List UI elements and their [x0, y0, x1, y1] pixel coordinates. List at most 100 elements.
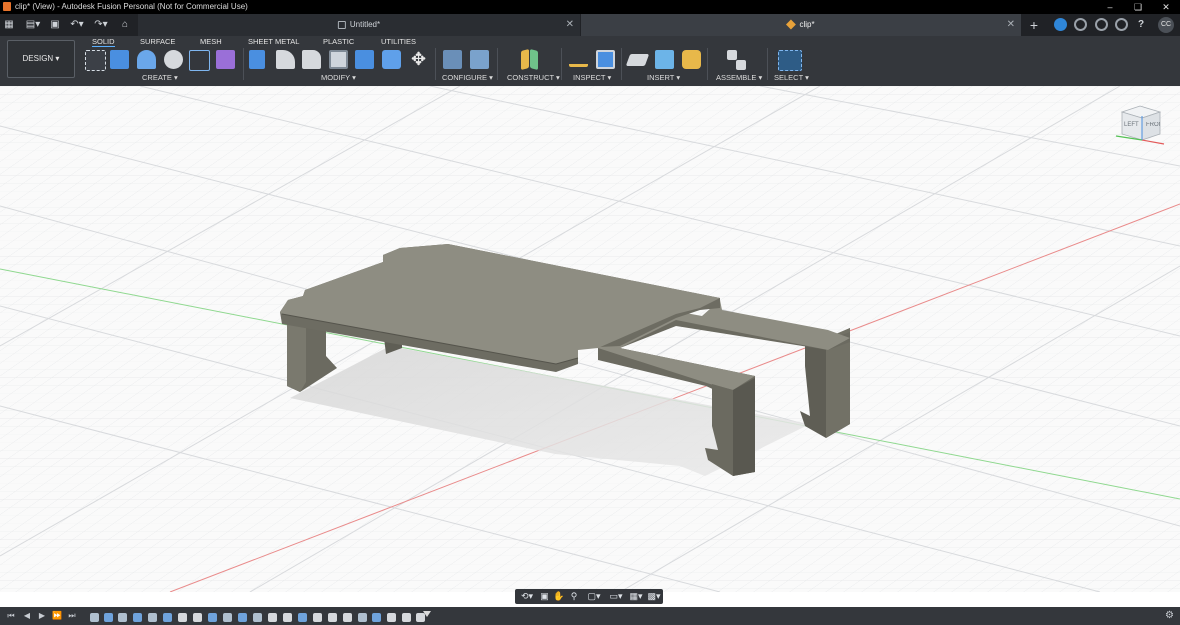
- grid-settings-icon[interactable]: ▦▾: [627, 591, 645, 602]
- section-analysis-icon[interactable]: [596, 50, 615, 69]
- timeline-feature[interactable]: [328, 613, 337, 622]
- tab-utilities[interactable]: UTILITIES: [381, 37, 416, 46]
- timeline-play-icon[interactable]: ▶: [37, 610, 47, 622]
- configure-icon[interactable]: [443, 50, 462, 69]
- timeline-feature[interactable]: [372, 613, 381, 622]
- timeline-start-icon[interactable]: ⏮: [6, 610, 16, 622]
- help-icon[interactable]: ?: [1134, 18, 1148, 32]
- timeline-feature[interactable]: [313, 613, 322, 622]
- offset-plane-icon[interactable]: [521, 48, 529, 71]
- inspect-menu[interactable]: INSPECT ▾: [573, 73, 611, 82]
- create-menu[interactable]: CREATE ▾: [142, 73, 178, 82]
- close-icon[interactable]: ✕: [1152, 0, 1180, 14]
- new-tab-icon[interactable]: +: [1027, 18, 1041, 32]
- look-at-icon[interactable]: ▣: [539, 591, 550, 602]
- insert-menu[interactable]: INSERT ▾: [647, 73, 680, 82]
- modify-menu[interactable]: MODIFY ▾: [321, 73, 356, 82]
- shell-icon[interactable]: [329, 50, 348, 69]
- tab-sheet-metal[interactable]: SHEET METAL: [248, 37, 299, 46]
- hole-icon[interactable]: [164, 50, 183, 69]
- insert-mcmaster-icon[interactable]: [682, 50, 701, 69]
- timeline-end-icon[interactable]: ⏭: [67, 610, 77, 622]
- timeline-feature[interactable]: [358, 613, 367, 622]
- timeline-feature[interactable]: [193, 613, 202, 622]
- avatar[interactable]: CC: [1158, 17, 1174, 33]
- split-body-icon[interactable]: [382, 50, 401, 69]
- timeline-settings-gear-icon[interactable]: ⚙: [1165, 610, 1174, 621]
- timeline-feature[interactable]: [402, 613, 411, 622]
- view-cube-left-label[interactable]: LEFT: [1124, 122, 1139, 128]
- select-menu[interactable]: SELECT ▾: [774, 73, 809, 82]
- chamfer-icon[interactable]: [302, 50, 321, 69]
- restore-icon[interactable]: ❏: [1124, 0, 1152, 14]
- assemble-menu[interactable]: ASSEMBLE ▾: [716, 73, 762, 82]
- timeline-feature[interactable]: [148, 613, 157, 622]
- timeline-bar: ⏮ ◀ ▶ ⏩ ⏭ ⚙: [0, 607, 1180, 625]
- save-icon[interactable]: ▣: [48, 18, 62, 32]
- joint-icon[interactable]: [727, 50, 737, 60]
- revolve-icon[interactable]: [137, 50, 156, 69]
- close-tab-icon[interactable]: ✕: [566, 14, 574, 36]
- select-icon[interactable]: [778, 50, 802, 71]
- home-icon[interactable]: ⌂: [118, 18, 132, 32]
- fit-icon[interactable]: ▢▾: [585, 591, 603, 602]
- job-status-icon[interactable]: [1074, 18, 1087, 31]
- close-tab-icon[interactable]: ✕: [1007, 14, 1015, 36]
- measure-icon[interactable]: [569, 56, 588, 67]
- tab-untitled[interactable]: Untitled* ✕: [138, 14, 580, 36]
- timeline-forward-icon[interactable]: ⏩: [52, 610, 62, 622]
- pan-icon[interactable]: ✋: [553, 591, 564, 602]
- timeline-feature[interactable]: [208, 613, 217, 622]
- combine-icon[interactable]: [355, 50, 374, 69]
- view-cube-front-label[interactable]: FRONT: [1146, 122, 1160, 128]
- fillet-icon[interactable]: [276, 50, 295, 69]
- extensions-icon[interactable]: [1054, 18, 1067, 31]
- design-workspace-button[interactable]: DESIGN ▾: [7, 40, 75, 78]
- timeline-feature[interactable]: [133, 613, 142, 622]
- timeline-feature[interactable]: [253, 613, 262, 622]
- display-settings-icon[interactable]: ▭▾: [607, 591, 625, 602]
- insert-canvas-icon[interactable]: [655, 50, 674, 69]
- timeline-feature[interactable]: [343, 613, 352, 622]
- configuration-table-icon[interactable]: [470, 50, 489, 69]
- timeline-feature[interactable]: [387, 613, 396, 622]
- move-copy-icon[interactable]: ✥: [409, 50, 428, 69]
- new-component-icon[interactable]: [216, 50, 235, 69]
- redo-icon[interactable]: ↷▾: [92, 18, 110, 32]
- timeline-feature[interactable]: [283, 613, 292, 622]
- web-icon[interactable]: [1115, 18, 1128, 31]
- app-grid-icon[interactable]: ▦: [2, 18, 16, 32]
- timeline-back-icon[interactable]: ◀: [22, 610, 32, 622]
- notifications-icon[interactable]: [1095, 18, 1108, 31]
- timeline-feature[interactable]: [118, 613, 127, 622]
- insert-derive-icon[interactable]: [625, 54, 650, 66]
- timeline-feature[interactable]: [178, 613, 187, 622]
- viewports-icon[interactable]: ▩▾: [646, 591, 662, 602]
- construct-menu[interactable]: CONSTRUCT ▾: [507, 73, 560, 82]
- file-menu-icon[interactable]: ▤▾: [24, 18, 42, 32]
- tab-clip[interactable]: clip* ✕: [581, 14, 1021, 36]
- timeline-feature[interactable]: [163, 613, 172, 622]
- timeline-feature[interactable]: [90, 613, 99, 622]
- tab-solid[interactable]: SOLID: [92, 37, 115, 47]
- configure-menu[interactable]: CONFIGURE ▾: [442, 73, 493, 82]
- undo-icon[interactable]: ↶▾: [68, 18, 86, 32]
- create-sketch-icon[interactable]: [85, 50, 106, 71]
- view-cube[interactable]: LEFT FRONT: [1112, 102, 1168, 148]
- zoom-icon[interactable]: ⚲: [567, 591, 581, 602]
- timeline-marker[interactable]: [423, 611, 431, 617]
- timeline-feature[interactable]: [298, 613, 307, 622]
- extrude-icon[interactable]: [110, 50, 129, 69]
- minimize-icon[interactable]: –: [1096, 0, 1124, 14]
- pattern-icon[interactable]: [189, 50, 210, 71]
- press-pull-icon[interactable]: [249, 50, 265, 69]
- timeline-feature[interactable]: [238, 613, 247, 622]
- timeline-feature[interactable]: [104, 613, 113, 622]
- tab-plastic[interactable]: PLASTIC: [323, 37, 354, 46]
- tab-surface[interactable]: SURFACE: [140, 37, 175, 46]
- orbit-icon[interactable]: ⟲▾: [518, 591, 536, 602]
- timeline-feature[interactable]: [223, 613, 232, 622]
- timeline-feature[interactable]: [268, 613, 277, 622]
- viewport-canvas[interactable]: LEFT FRONT: [0, 86, 1180, 592]
- tab-mesh[interactable]: MESH: [200, 37, 222, 46]
